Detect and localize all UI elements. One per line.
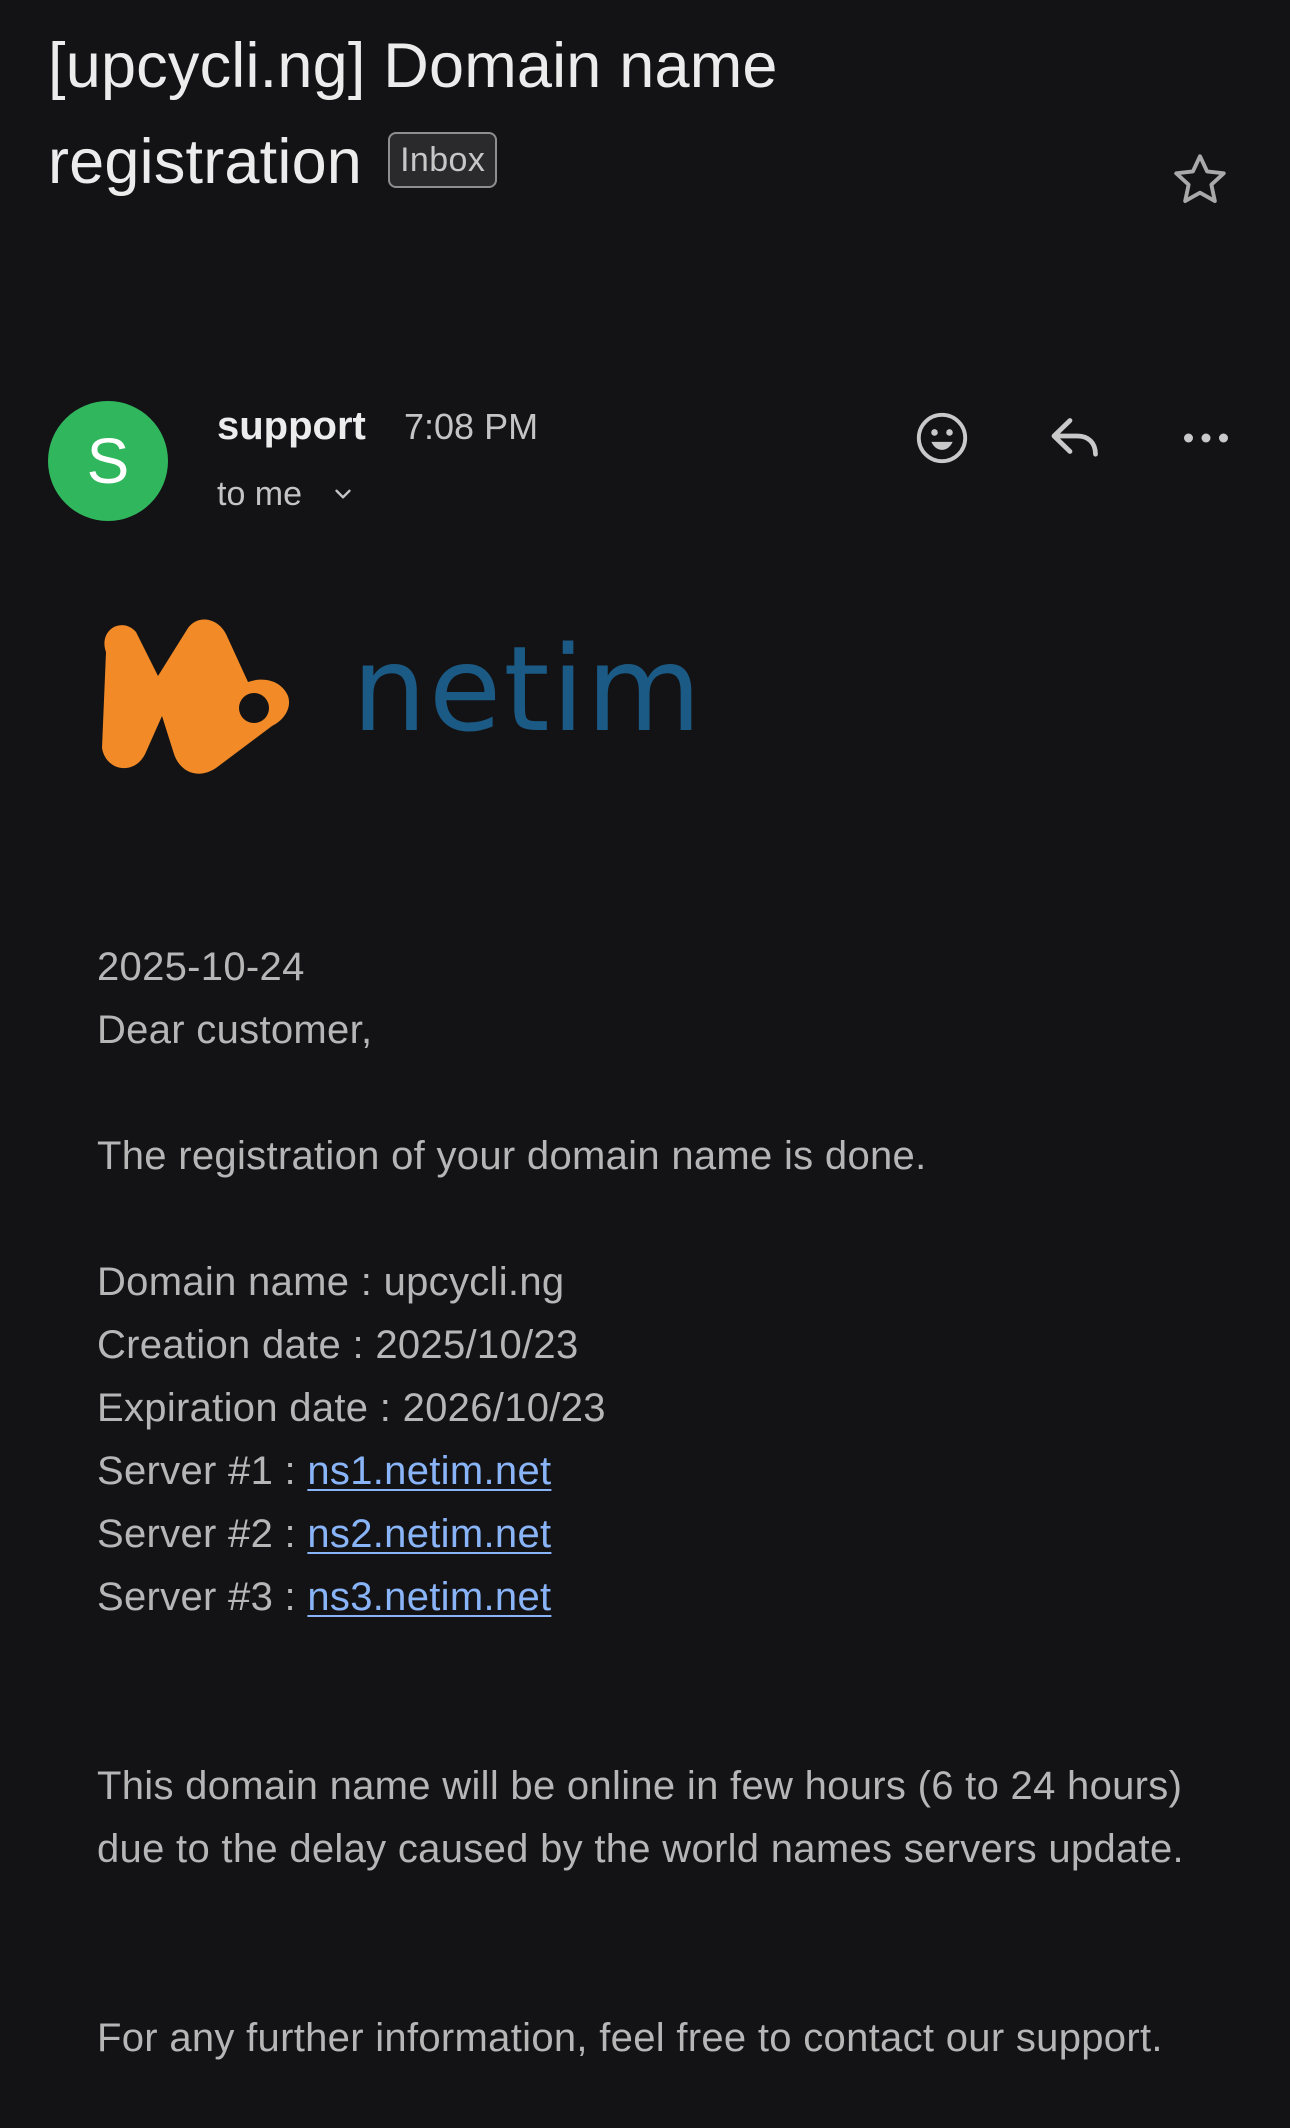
reply-button[interactable] (1037, 400, 1113, 476)
more-horiz-icon (1184, 433, 1228, 443)
server-2-row: Server #2 : ns2.netim.net (97, 1503, 1217, 1566)
detail-domain-name: Domain name : upcycli.ng (97, 1251, 1217, 1314)
inbox-label-chip[interactable]: Inbox (388, 132, 498, 189)
message-date: 2025-10-24 (97, 945, 305, 989)
support-note: For any further information, feel free t… (97, 2016, 1163, 2060)
sender-name: support (217, 404, 366, 448)
email-subject: [upcycli.ng] Domain name registration Inb… (48, 18, 1128, 210)
server-1-row: Server #1 : ns1.netim.net (97, 1440, 1217, 1503)
star-icon (1174, 154, 1226, 203)
reply-icon (1051, 418, 1098, 457)
recipient-details-toggle[interactable]: to me (217, 470, 356, 518)
react-emoji-button[interactable] (904, 400, 980, 476)
sender-avatar[interactable]: S (48, 401, 168, 521)
sent-time: 7:08 PM (404, 406, 539, 447)
star-button[interactable] (1164, 144, 1236, 216)
detail-value: 2026/10/23 (402, 1386, 606, 1430)
message-greeting: Dear customer, (97, 1008, 373, 1052)
server-label: Server #2 : (97, 1512, 296, 1556)
server-label: Server #3 : (97, 1575, 296, 1619)
detail-expiration-date: Expiration date : 2026/10/23 (97, 1377, 1217, 1440)
more-options-button[interactable] (1168, 400, 1244, 476)
online-delay-note: This domain name will be online in few h… (97, 1764, 1184, 1871)
emoji-icon (916, 412, 968, 464)
subject-line-2: registration Inbox (48, 114, 1128, 210)
detail-label: Expiration date : (97, 1386, 392, 1430)
detail-value: 2025/10/23 (375, 1323, 579, 1367)
detail-creation-date: Creation date : 2025/10/23 (97, 1314, 1217, 1377)
server-3-row: Server #3 : ns3.netim.net (97, 1566, 1217, 1629)
subject-line-1: [upcycli.ng] Domain name (48, 31, 778, 101)
recipient-text: to me (217, 475, 303, 513)
netim-logo: netim (96, 612, 706, 782)
server-label: Server #1 : (97, 1449, 296, 1493)
message-intro: The registration of your domain name is … (97, 1134, 927, 1178)
detail-label: Domain name : (97, 1260, 373, 1304)
detail-value: upcycli.ng (383, 1260, 565, 1304)
server-1-link[interactable]: ns1.netim.net (307, 1449, 551, 1493)
detail-label: Creation date : (97, 1323, 364, 1367)
chevron-down-icon (330, 481, 356, 507)
netim-wordmark: netim (352, 620, 703, 758)
server-3-link[interactable]: ns3.netim.net (307, 1575, 551, 1619)
server-2-link[interactable]: ns2.netim.net (307, 1512, 551, 1556)
subject-text: registration (48, 127, 363, 197)
